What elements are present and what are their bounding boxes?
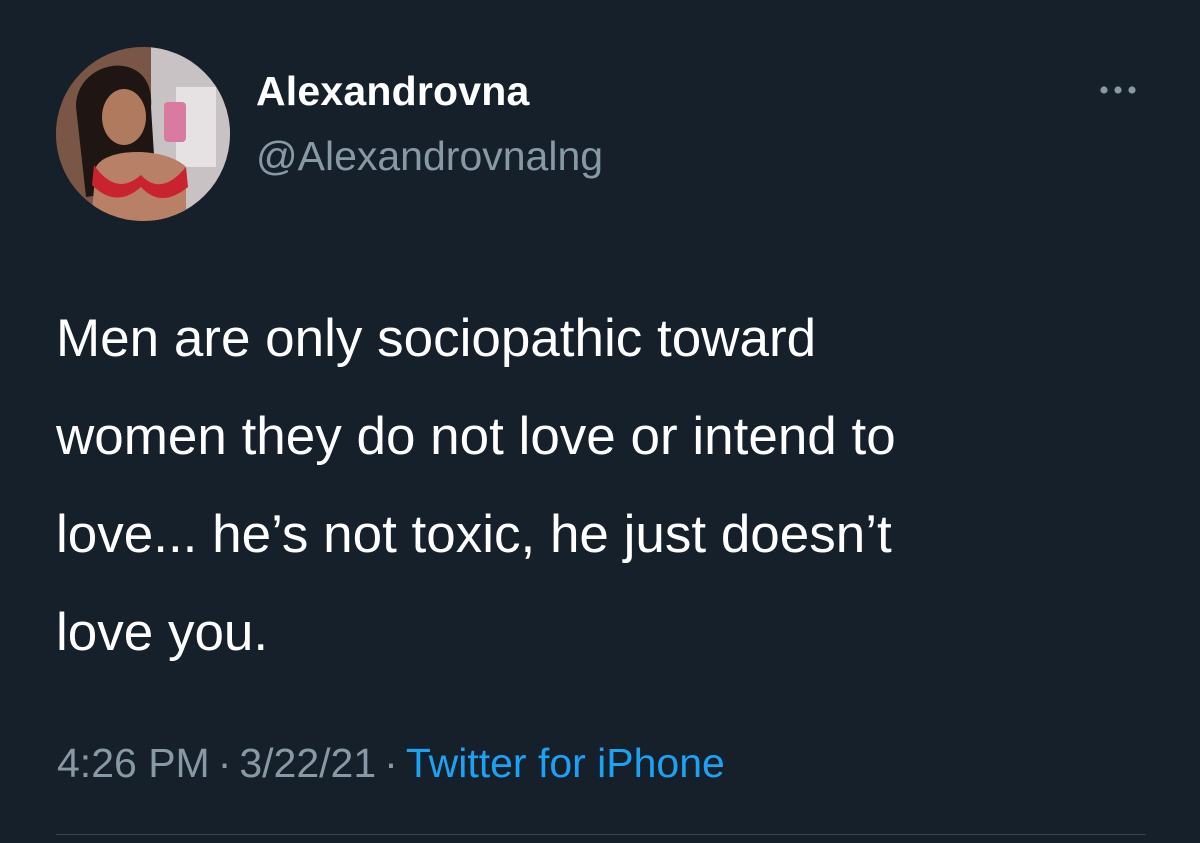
divider (56, 834, 1146, 835)
more-horizontal-icon (1100, 86, 1136, 94)
tweet-time[interactable]: 4:26 PM (57, 740, 210, 786)
tweet-meta: 4:26 PM · 3/22/21 · Twitter for iPhone (57, 740, 725, 787)
tweet-text: Men are only sociopathic toward women th… (56, 309, 896, 662)
avatar[interactable] (56, 47, 230, 221)
meta-separator: · (217, 740, 232, 786)
user-handle[interactable]: @Alexandrovnalng (256, 133, 603, 180)
tweet-source-link[interactable]: Twitter for iPhone (406, 740, 725, 786)
meta-separator: · (384, 740, 398, 786)
tweet-date[interactable]: 3/22/21 (239, 740, 376, 786)
display-name[interactable]: Alexandrovna (256, 68, 530, 115)
more-options-button[interactable] (1093, 75, 1143, 105)
tweet-card: Alexandrovna @Alexandrovnalng Men are on… (0, 0, 1200, 843)
